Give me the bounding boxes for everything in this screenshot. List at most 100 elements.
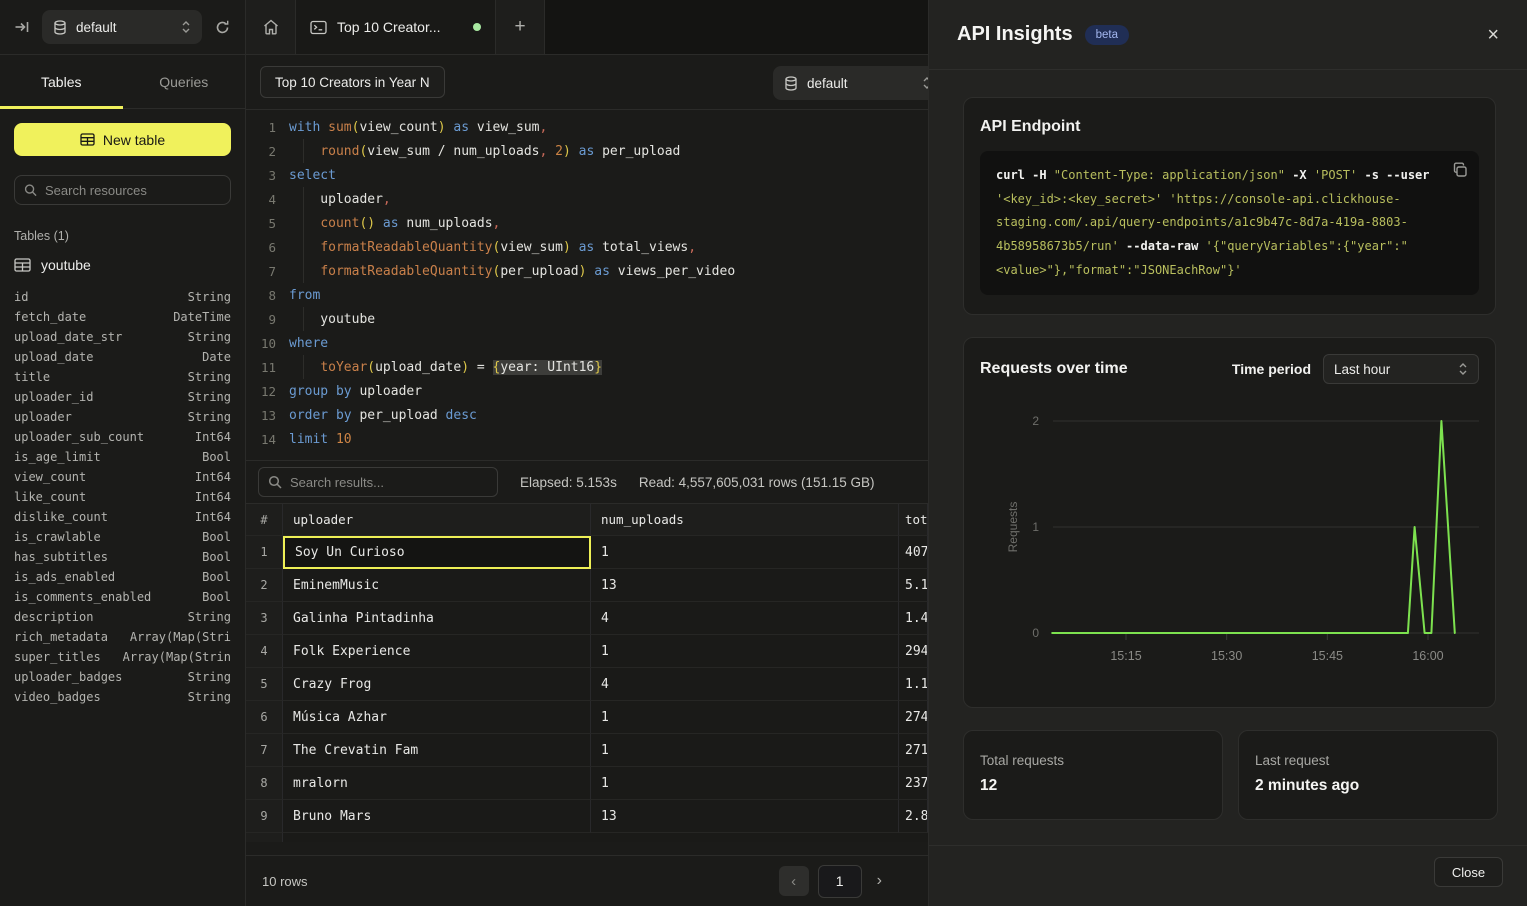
total-views-cell[interactable]: 1.4 — [899, 602, 928, 635]
total-views-cell[interactable]: 274 — [899, 701, 928, 734]
sql-editor[interactable]: 1with sum(view_count) as view_sum,2 roun… — [246, 110, 928, 461]
uploader-cell[interactable]: mralorn — [283, 767, 591, 800]
total-views-cell[interactable]: 237 — [899, 767, 928, 800]
sidebar-body: New table Tables (1) youtube idStringfet… — [0, 109, 245, 721]
num-uploads-cell[interactable]: 1 — [591, 734, 899, 767]
new-table-button[interactable]: New table — [14, 123, 231, 156]
col-header-index[interactable]: # — [246, 503, 283, 536]
schema-column-name: is_comments_enabled — [14, 587, 151, 607]
uploader-cell[interactable]: Folk Experience — [283, 635, 591, 668]
row-index-cell[interactable]: 2 — [246, 569, 283, 602]
home-button[interactable] — [246, 0, 296, 54]
tab-tables[interactable]: Tables — [0, 55, 123, 108]
row-index-cell[interactable]: 3 — [246, 602, 283, 635]
current-page[interactable]: 1 — [818, 865, 862, 898]
num-uploads-cell[interactable]: 1 — [591, 536, 899, 569]
row-index-cell[interactable]: 5 — [246, 668, 283, 701]
sql-line[interactable]: 13order by per_upload desc — [246, 403, 928, 427]
sql-line[interactable]: 8from — [246, 283, 928, 307]
refresh-icon[interactable] — [214, 19, 231, 36]
tab-queries[interactable]: Queries — [123, 55, 246, 108]
query-title-button[interactable]: Top 10 Creators in Year N — [260, 66, 445, 98]
total-views-cell[interactable]: 2.8 — [899, 800, 928, 833]
sql-line[interactable]: 10where — [246, 331, 928, 355]
database-selector[interactable]: default — [42, 10, 202, 44]
close-button[interactable]: Close — [1434, 857, 1503, 887]
schema-column-type: String — [188, 327, 231, 347]
results-search-input[interactable] — [290, 475, 488, 490]
uploader-cell[interactable]: Crazy Frog — [283, 668, 591, 701]
col-header-total[interactable]: tot — [899, 503, 928, 536]
row-index-cell[interactable]: 1 — [246, 536, 283, 569]
uploader-cell[interactable]: The Crevatin Fam — [283, 734, 591, 767]
total-views-cell[interactable]: 5.1 — [899, 569, 928, 602]
col-header-num-uploads[interactable]: num_uploads — [591, 503, 899, 536]
sql-line[interactable]: 12group by uploader — [246, 379, 928, 403]
table-row: 2EminemMusic135.1 — [246, 569, 928, 602]
row-index-cell[interactable]: 8 — [246, 767, 283, 800]
schema-column: is_ads_enabledBool — [14, 567, 231, 587]
total-views-cell[interactable]: 271 — [899, 734, 928, 767]
schema-column-type: String — [188, 667, 231, 687]
num-uploads-cell[interactable]: 1 — [591, 701, 899, 734]
schema-column-name: rich_metadata — [14, 627, 108, 647]
sql-line[interactable]: 5 count() as num_uploads, — [246, 211, 928, 235]
total-views-cell[interactable]: 407 — [899, 536, 928, 569]
copy-icon[interactable] — [1452, 162, 1468, 178]
num-uploads-cell[interactable]: 1 — [591, 767, 899, 800]
uploader-cell[interactable]: EminemMusic — [283, 569, 591, 602]
num-uploads-cell[interactable]: 4 — [591, 602, 899, 635]
schema-column: rich_metadata Array(Map(Stri — [14, 627, 231, 647]
sql-line[interactable]: 1with sum(view_count) as view_sum, — [246, 115, 928, 139]
sql-line[interactable]: 7 formatReadableQuantity(per_upload) as … — [246, 259, 928, 283]
schema-column: fetch_dateDateTime — [14, 307, 231, 327]
uploader-cell[interactable]: Soy Un Curioso — [283, 536, 591, 569]
api-endpoint-title: API Endpoint — [980, 118, 1479, 136]
schema-column: has_subtitlesBool — [14, 547, 231, 567]
query-tab-label: Top 10 Creator... — [337, 19, 441, 35]
close-icon[interactable]: × — [1487, 25, 1499, 45]
last-request-value: 2 minutes ago — [1255, 777, 1481, 795]
database-icon — [784, 76, 798, 91]
query-tab[interactable]: Top 10 Creator... — [296, 0, 496, 54]
sql-line[interactable]: 3select — [246, 163, 928, 187]
uploader-cell[interactable]: Música Azhar — [283, 701, 591, 734]
panel-header: API Insights beta × — [929, 0, 1527, 70]
num-uploads-cell[interactable]: 4 — [591, 668, 899, 701]
row-index-cell[interactable]: 9 — [246, 800, 283, 833]
sidebar-search-input[interactable] — [45, 183, 221, 198]
prev-page-button[interactable]: ‹ — [779, 866, 809, 896]
num-uploads-cell[interactable]: 13 — [591, 569, 899, 602]
schema-column-type: Int64 — [195, 427, 231, 447]
total-views-cell[interactable]: 1.1 — [899, 668, 928, 701]
num-uploads-cell[interactable]: 13 — [591, 800, 899, 833]
sidebar-item-youtube-table[interactable]: youtube — [14, 257, 231, 273]
next-page-button[interactable]: › — [871, 872, 888, 890]
results-search[interactable] — [258, 467, 498, 497]
sql-line[interactable]: 14limit 10 — [246, 427, 928, 451]
total-views-cell[interactable]: 294 — [899, 635, 928, 668]
row-index-cell[interactable]: 4 — [246, 635, 283, 668]
sql-line[interactable]: 2 round(view_sum / num_uploads, 2) as pe… — [246, 139, 928, 163]
tables-count-label: Tables (1) — [14, 229, 231, 243]
schema-column-name: video_badges — [14, 687, 101, 707]
search-icon — [268, 475, 282, 489]
uploader-cell[interactable]: Galinha Pintadinha — [283, 602, 591, 635]
row-index-cell[interactable]: 7 — [246, 734, 283, 767]
sql-line[interactable]: 6 formatReadableQuantity(view_sum) as to… — [246, 235, 928, 259]
sql-line[interactable]: 9 youtube — [246, 307, 928, 331]
collapse-sidebar-icon[interactable] — [14, 19, 30, 35]
schema-column-type: Array(Map(Stri — [130, 627, 231, 647]
sql-line[interactable]: 11 toYear(upload_date) = {year: UInt16} — [246, 355, 928, 379]
sidebar: default Tables Queries New table Tables … — [0, 0, 246, 906]
row-index-cell[interactable]: 6 — [246, 701, 283, 734]
num-uploads-cell[interactable]: 1 — [591, 635, 899, 668]
query-database-selector[interactable]: default — [773, 66, 928, 100]
col-header-uploader[interactable]: uploader — [283, 503, 591, 536]
new-tab-button[interactable]: + — [496, 0, 545, 54]
sql-line[interactable]: 4 uploader, — [246, 187, 928, 211]
time-period-select[interactable]: Last hour — [1323, 354, 1479, 384]
sidebar-search[interactable] — [14, 175, 231, 205]
uploader-cell[interactable]: Bruno Mars — [283, 800, 591, 833]
total-requests-value: 12 — [980, 777, 1206, 795]
